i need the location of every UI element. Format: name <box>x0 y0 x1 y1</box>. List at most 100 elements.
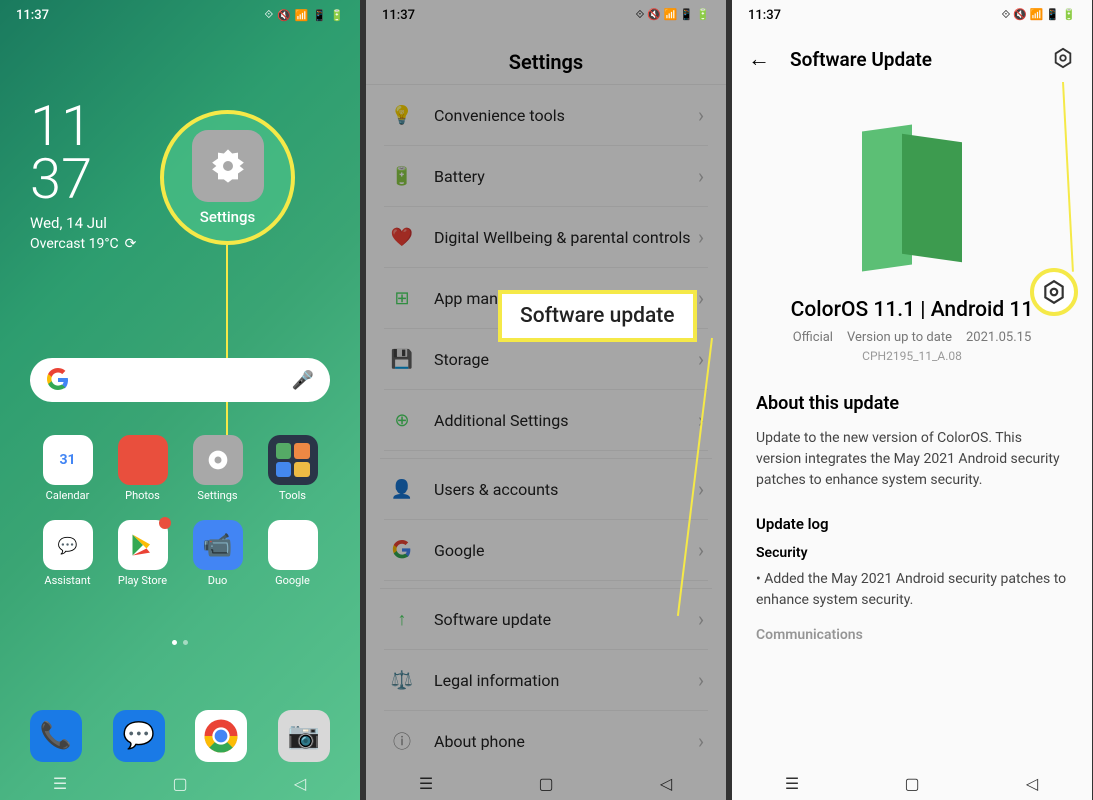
os-meta: Official Version up to date 2021.05.15 <box>732 330 1092 345</box>
item-label: Users & accounts <box>434 480 698 499</box>
settings-title: Settings <box>366 30 726 85</box>
settings-app-icon[interactable] <box>192 130 264 202</box>
play-store-icon <box>118 520 168 570</box>
google-folder-icon <box>268 520 318 570</box>
settings-item-legal[interactable]: ⚖️Legal information› <box>384 650 708 711</box>
status-icons: ⟐ 🔇 📶 📱 🔋 <box>636 8 710 22</box>
wifi-icon: 📶 <box>295 9 309 22</box>
camera-app[interactable]: 📷 <box>278 710 330 762</box>
item-label: Battery <box>434 167 698 186</box>
dock: 📞 💬 📷 <box>30 710 330 762</box>
gear-icon <box>193 435 243 485</box>
chevron-right-icon: › <box>698 729 704 753</box>
item-label: Additional Settings <box>434 411 698 430</box>
home-button[interactable]: ▢ <box>536 773 556 793</box>
settings-item-google[interactable]: Google› <box>384 520 708 581</box>
app-play-store[interactable]: Play Store <box>105 520 180 587</box>
weather-text: Overcast 19°C <box>30 236 119 252</box>
settings-item-convenience[interactable]: 💡Convenience tools› <box>384 85 708 146</box>
signal-icon: 📱 <box>313 9 327 22</box>
dot <box>183 640 188 645</box>
settings-item-about[interactable]: ⓘAbout phone› <box>384 711 708 771</box>
settings-item-additional[interactable]: ⊕Additional Settings› <box>384 390 708 451</box>
google-icon <box>388 536 416 564</box>
calendar-icon: 31 <box>43 435 93 485</box>
home-screen: 11:37 ⟐ 🔇 📶 📱 🔋 11 37 Wed, 14 Jul Overca… <box>0 0 360 800</box>
app-grid: 31Calendar Photos Settings Tools 💬 Assist… <box>0 435 360 587</box>
clock-minute: 37 <box>30 153 136 206</box>
item-label: About phone <box>434 732 698 751</box>
back-arrow-icon[interactable]: ← <box>748 46 770 72</box>
app-assistant[interactable]: 💬 Assistant <box>30 520 105 587</box>
battery-icon: 🔋 <box>388 162 416 190</box>
app-duo[interactable]: 📹Duo <box>180 520 255 587</box>
build-number: CPH2195_11_A.08 <box>732 349 1092 363</box>
statusbar-time: 11:37 <box>748 8 781 23</box>
update-icon: ↑ <box>388 605 416 633</box>
about-title: About this update <box>756 393 1068 414</box>
status-bar: 11:37 ⟐ 🔇 📶 📱 🔋 <box>0 0 360 30</box>
gear-highlight <box>1030 268 1078 316</box>
gear-icon[interactable] <box>1052 47 1076 71</box>
software-update-screen: 11:37 ⟐ 🔇 📶 📱 🔋 ← Software Update ColorO… <box>732 0 1092 800</box>
app-photos[interactable]: Photos <box>105 435 180 502</box>
chevron-right-icon: › <box>698 225 704 249</box>
back-button[interactable]: ◁ <box>1022 773 1042 793</box>
item-label: Software update <box>434 610 698 629</box>
status-bar: 11:37 ⟐ 🔇 📶 📱 🔋 <box>366 0 726 30</box>
settings-item-users[interactable]: 👤Users & accounts› <box>384 459 708 520</box>
status: Version up to date <box>847 330 952 345</box>
home-button[interactable]: ▢ <box>170 773 190 793</box>
recent-button[interactable]: ☰ <box>416 773 436 793</box>
settings-list[interactable]: 💡Convenience tools› 🔋 Battery › ❤️ Digital … <box>366 85 726 785</box>
page-indicator <box>172 640 188 645</box>
app-calendar[interactable]: 31Calendar <box>30 435 105 502</box>
chevron-right-icon: › <box>698 286 704 310</box>
battery-icon: 🔋 <box>330 9 344 22</box>
home-button[interactable]: ▢ <box>902 773 922 793</box>
communications-heading: Communications <box>756 627 1068 643</box>
settings-item-software-update[interactable]: ↑Software update› <box>384 589 708 650</box>
update-log-title: Update log <box>756 515 1068 533</box>
refresh-icon[interactable]: ⟳ <box>125 236 137 252</box>
settings-item-battery[interactable]: 🔋Battery› <box>384 146 708 207</box>
recent-button[interactable]: ☰ <box>50 773 70 793</box>
recent-button[interactable]: ☰ <box>782 773 802 793</box>
app-label: Google <box>275 574 310 587</box>
phone-app[interactable]: 📞 <box>30 710 82 762</box>
app-label: Settings <box>197 489 237 502</box>
update-header: ← Software Update <box>732 30 1092 88</box>
assistant-icon: 💬 <box>43 520 93 570</box>
storage-icon: 💾 <box>388 345 416 373</box>
item-label: Digital Wellbeing & parental controls <box>434 228 698 247</box>
status-icons: ⟐ 🔇 📶 📱 🔋 <box>1002 8 1076 22</box>
gear-icon[interactable] <box>1041 279 1067 305</box>
duo-icon: 📹 <box>193 520 243 570</box>
app-tools[interactable]: Tools <box>255 435 330 502</box>
wellbeing-icon: ❤️ <box>388 223 416 251</box>
statusbar-time: 11:37 <box>382 8 415 23</box>
mute-icon: 🔇 <box>277 9 291 22</box>
settings-item-wellbeing[interactable]: ❤️ Digital Wellbeing & parental controls› <box>384 207 708 268</box>
back-button[interactable]: ◁ <box>656 773 676 793</box>
legal-icon: ⚖️ <box>388 666 416 694</box>
app-google[interactable]: Google <box>255 520 330 587</box>
clock-weather: Overcast 19°C ⟳ <box>30 236 136 252</box>
back-button[interactable]: ◁ <box>290 773 310 793</box>
mic-icon[interactable]: 🎤 <box>292 370 314 391</box>
app-label: Assistant <box>44 574 90 587</box>
app-settings[interactable]: Settings <box>180 435 255 502</box>
clock-widget[interactable]: 11 37 Wed, 14 Jul Overcast 19°C ⟳ <box>30 100 136 252</box>
messages-app[interactable]: 💬 <box>113 710 165 762</box>
annotation-line <box>226 245 228 460</box>
os-graphic <box>852 118 972 278</box>
convenience-icon: 💡 <box>388 101 416 129</box>
clock-date: Wed, 14 Jul <box>30 214 136 232</box>
item-label: Google <box>434 541 698 560</box>
status-icons: ⟐ 🔇 📶 📱 🔋 <box>265 8 344 22</box>
google-search-bar[interactable]: 🎤 <box>30 358 330 402</box>
tools-icon <box>268 435 318 485</box>
apps-icon: ⊞ <box>388 284 416 312</box>
google-logo-icon <box>46 368 70 392</box>
chrome-app[interactable] <box>195 710 247 762</box>
